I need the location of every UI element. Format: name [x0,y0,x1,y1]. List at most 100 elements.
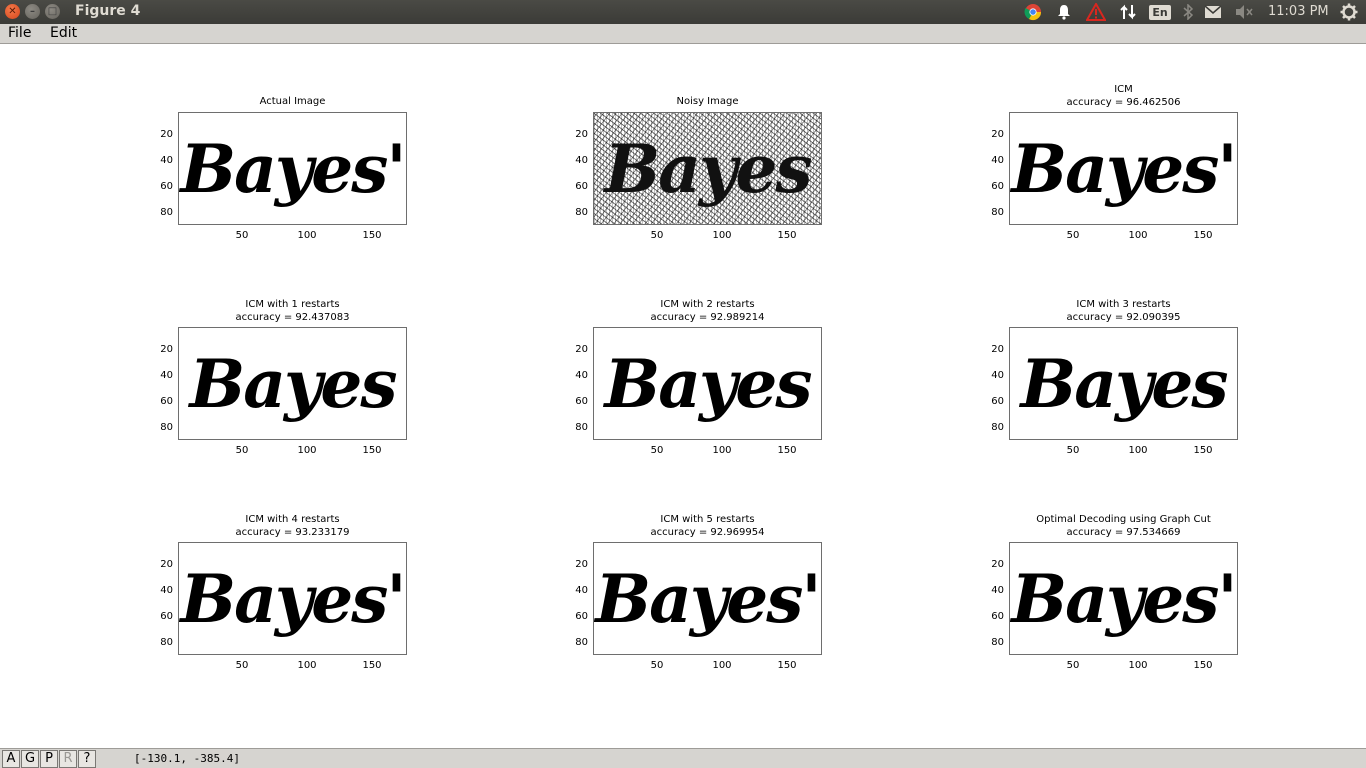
panel-title-text: ICM with 3 restarts [1076,299,1171,310]
panel-title: ICM with 2 restarts accuracy = 92.989214 [558,298,858,324]
y-tick-label: 60 [575,611,588,622]
panel-title: ICM with 5 restarts accuracy = 92.969954 [558,513,858,539]
handwritten-bayes-image: Bayes [604,344,812,423]
y-tick-label: 80 [991,422,1004,433]
panel-title: ICM accuracy = 96.462506 [974,83,1274,109]
x-tick-label: 50 [235,445,249,456]
y-tick-label: 80 [991,207,1004,218]
close-window-button[interactable]: ✕ [5,4,20,19]
image-axes[interactable]: Bayes' [178,542,407,655]
panel-accuracy-text: accuracy = 96.462506 [1066,97,1181,108]
y-tick-label: 20 [991,559,1004,570]
bluetooth-icon[interactable] [1178,0,1198,24]
panel-title: ICM with 4 restarts accuracy = 93.233179 [143,513,443,539]
image-axes[interactable]: Bayes [1009,327,1238,440]
window-titlebar: ✕ – □ Figure 4 En 11:03 PM [0,0,1366,24]
y-tick-label: 40 [575,155,588,166]
clock[interactable]: 11:03 PM [1268,4,1329,19]
panel-title: Actual Image [143,95,443,108]
y-tick-label: 20 [575,559,588,570]
x-tick-label: 50 [235,660,249,671]
volume-muted-icon[interactable] [1233,0,1255,24]
x-tick-label: 150 [362,660,382,671]
y-tick-label: 80 [575,637,588,648]
x-tick-label: 100 [712,230,732,241]
figure-canvas[interactable]: Actual Image Bayes' 20 40 60 80 50 100 150 Noisy … [0,44,1366,748]
panel-title-text: Noisy Image [676,96,739,107]
x-tick-label: 100 [712,445,732,456]
menu-edit[interactable]: Edit [50,25,77,41]
y-tick-label: 40 [991,585,1004,596]
x-tick-label: 50 [1066,230,1080,241]
handwritten-bayes-image: Bayes [1020,344,1228,423]
y-tick-label: 60 [575,181,588,192]
network-arrows-icon[interactable] [1117,0,1139,24]
image-axes[interactable]: Bayes [178,327,407,440]
x-tick-label: 100 [297,660,317,671]
y-tick-label: 40 [575,585,588,596]
x-tick-label: 100 [297,445,317,456]
chrome-icon[interactable] [1022,0,1044,24]
image-axes[interactable]: Bayes [593,327,822,440]
y-tick-label: 40 [160,585,173,596]
settings-gear-icon[interactable] [1338,0,1360,24]
panel-accuracy-text: accuracy = 92.437083 [235,312,350,323]
y-tick-label: 60 [575,396,588,407]
panel-title-text: Optimal Decoding using Graph Cut [1036,514,1211,525]
y-tick-label: 60 [160,611,173,622]
image-axes[interactable]: Bayes' [1009,112,1238,225]
panel-accuracy-text: accuracy = 92.090395 [1066,312,1181,323]
y-tick-label: 20 [991,129,1004,140]
x-tick-label: 100 [297,230,317,241]
x-tick-label: 150 [1193,230,1213,241]
image-axes[interactable]: Bayes' [1009,542,1238,655]
notification-bell-icon[interactable] [1054,0,1074,24]
panel-accuracy-text: accuracy = 92.989214 [650,312,765,323]
handwritten-bayes-image: Bayes' [180,129,406,208]
y-tick-label: 80 [575,207,588,218]
x-tick-label: 150 [362,230,382,241]
y-tick-label: 40 [991,370,1004,381]
panel-accuracy-text: accuracy = 97.534669 [1066,527,1181,538]
panel-title: Noisy Image [558,95,858,108]
y-tick-label: 60 [160,181,173,192]
toolbar-button-r[interactable]: R [59,750,77,768]
panel-accuracy-text: accuracy = 93.233179 [235,527,350,538]
x-tick-label: 150 [777,445,797,456]
panel-title-text: ICM with 5 restarts [660,514,755,525]
image-axes[interactable]: Bayes [593,112,822,225]
menu-bar: File Edit [0,24,1366,44]
mail-icon[interactable] [1202,0,1224,24]
x-tick-label: 100 [1128,660,1148,671]
y-tick-label: 20 [575,129,588,140]
x-tick-label: 50 [1066,445,1080,456]
window-title: Figure 4 [75,3,141,19]
toolbar-button-a[interactable]: A [2,750,20,768]
y-tick-label: 80 [575,422,588,433]
toolbar-button-p[interactable]: P [40,750,58,768]
y-tick-label: 60 [991,181,1004,192]
x-tick-label: 50 [650,660,664,671]
handwritten-bayes-image: Bayes' [595,559,821,638]
toolbar-button-help[interactable]: ? [78,750,96,768]
handwritten-bayes-image: Bayes [189,344,397,423]
y-tick-label: 40 [160,370,173,381]
maximize-window-button[interactable]: □ [45,4,60,19]
y-tick-label: 60 [160,396,173,407]
y-tick-label: 20 [160,129,173,140]
panel-title: ICM with 3 restarts accuracy = 92.090395 [974,298,1274,324]
image-axes[interactable]: Bayes' [178,112,407,225]
alert-warning-icon[interactable] [1085,0,1107,24]
menu-file[interactable]: File [8,25,31,41]
handwritten-bayes-image: Bayes' [1011,129,1237,208]
toolbar-button-g[interactable]: G [21,750,39,768]
minimize-window-button[interactable]: – [25,4,40,19]
handwritten-bayes-image: Bayes' [1011,559,1237,638]
handwritten-bayes-image: Bayes [604,129,812,208]
y-tick-label: 60 [991,611,1004,622]
x-tick-label: 50 [235,230,249,241]
x-tick-label: 150 [362,445,382,456]
image-axes[interactable]: Bayes' [593,542,822,655]
keyboard-language-icon[interactable]: En [1148,0,1172,24]
panel-title-text: ICM with 2 restarts [660,299,755,310]
